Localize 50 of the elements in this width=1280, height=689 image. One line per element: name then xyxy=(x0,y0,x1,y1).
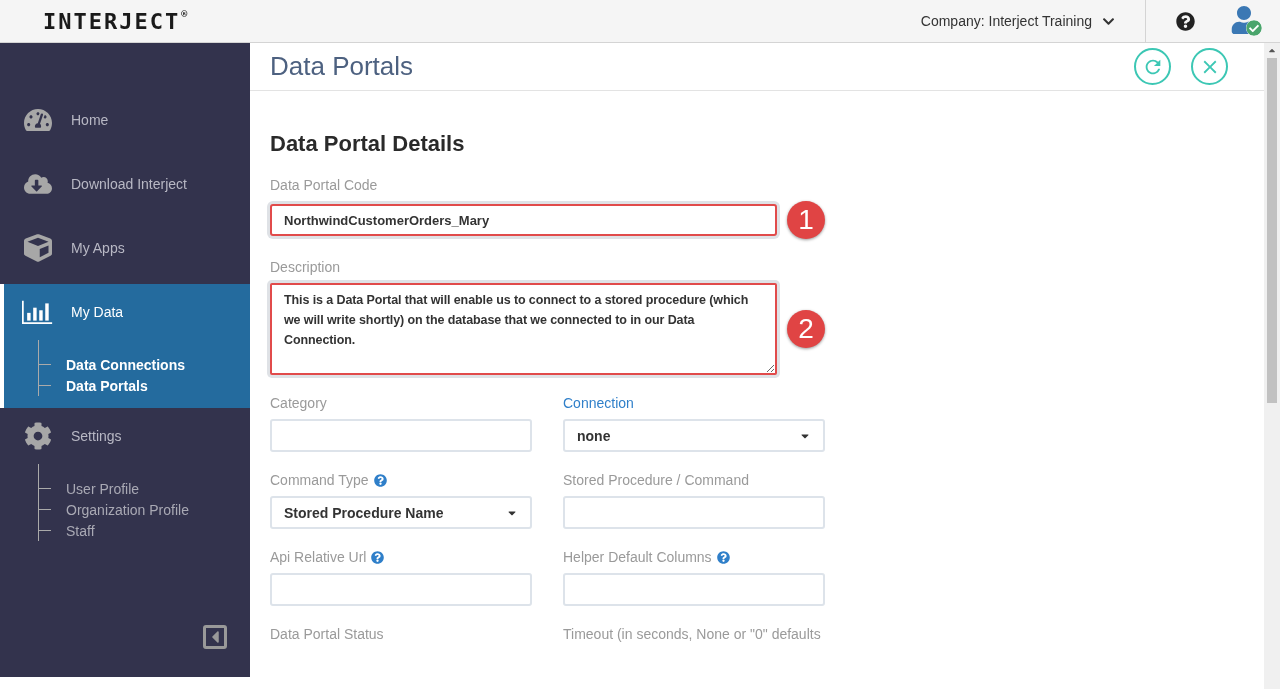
field-label: Api Relative Url xyxy=(270,549,367,565)
sidebar-item-label: My Data xyxy=(71,304,124,320)
field-label: Connection xyxy=(563,395,634,411)
sidebar-subitem[interactable]: Organization Profile xyxy=(39,499,250,520)
sidebar-subitem[interactable]: Data Connections xyxy=(39,354,250,375)
page-title: Data Portals xyxy=(270,51,414,82)
help-icon xyxy=(1175,11,1195,31)
sidebar-item[interactable]: Download Interject xyxy=(0,156,250,220)
form-title: Data Portal Details xyxy=(270,131,466,157)
sidebar-subitem[interactable]: User Profile xyxy=(39,478,250,499)
scrollbar[interactable] xyxy=(1264,43,1280,689)
select-dropdown[interactable]: Stored Procedure Name xyxy=(270,496,532,529)
field-label: Stored Procedure / Command xyxy=(563,472,749,488)
input-field[interactable] xyxy=(563,496,825,529)
sidebar-item[interactable]: Home xyxy=(0,92,250,156)
field-label: Data Portal Code xyxy=(270,177,378,193)
check-badge-icon xyxy=(1246,20,1262,36)
sidebar-subitem[interactable]: Data Portals xyxy=(39,375,250,396)
field-label: Description xyxy=(270,259,341,275)
help-icon[interactable] xyxy=(716,550,730,564)
settings-icon xyxy=(23,422,52,450)
cube-icon xyxy=(23,234,52,262)
sidebar-item-label: Settings xyxy=(71,428,122,444)
select-dropdown[interactable]: none xyxy=(563,419,825,452)
sidebar-item[interactable]: My Apps xyxy=(0,220,250,284)
field-label: Helper Default Columns xyxy=(563,549,712,565)
collapse-sidebar-button[interactable] xyxy=(203,625,227,649)
input-field[interactable]: NorthwindCustomerOrders_Mary xyxy=(270,204,777,236)
input-field[interactable] xyxy=(270,419,532,452)
description-field[interactable]: This is a Data Portal that will enable us to connect to a stored procedure (which we will write shortly) on the database that we connected to in our Data Connection. xyxy=(270,283,777,375)
sidebar-item[interactable]: Settings User Profile Organization Profile Staff xyxy=(0,408,250,553)
field-label: Category xyxy=(270,395,327,411)
bar-chart-icon xyxy=(22,298,53,326)
sidebar-item[interactable]: My Data Data Connections Data Portals xyxy=(0,284,250,408)
sidebar-item-label: My Apps xyxy=(71,240,125,256)
sidebar-item-label: Download Interject xyxy=(71,176,187,192)
annotation-marker: 2 xyxy=(787,310,825,348)
field-label: Command Type xyxy=(270,472,369,488)
help-icon[interactable] xyxy=(371,550,385,564)
sidebar-subitem[interactable]: Staff xyxy=(39,520,250,541)
company-dropdown[interactable]: Company: Interject Training xyxy=(920,0,1146,42)
input-field[interactable] xyxy=(270,573,532,606)
field-label: Data Portal Status xyxy=(270,626,384,642)
annotation-marker: 1 xyxy=(787,201,825,239)
gauge-icon xyxy=(23,106,52,134)
help-icon[interactable] xyxy=(373,473,387,487)
logo: INTERJECT® xyxy=(43,8,190,34)
input-field[interactable] xyxy=(563,573,825,606)
sidebar-item-label: Home xyxy=(71,112,109,128)
field-label: Timeout (in seconds, None or "0" defaults xyxy=(563,626,821,642)
